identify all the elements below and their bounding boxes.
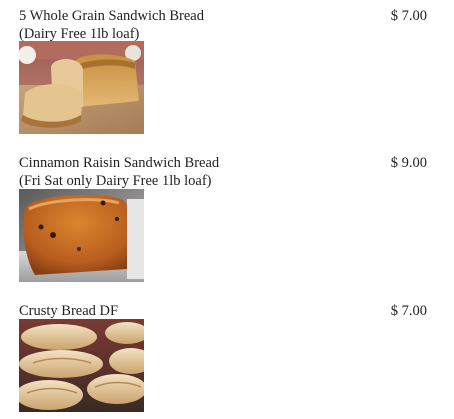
item-title[interactable]: Cinnamon Raisin Sandwich Bread (Fri Sat … [19,154,219,190]
item-title[interactable]: 5 Whole Grain Sandwich Bread (Dairy Free… [19,7,204,43]
item-name: 5 Whole Grain Sandwich Bread [19,8,204,24]
menu-item[interactable]: Crusty Bread DF $ 7.00 [0,302,454,414]
menu-item[interactable]: 5 Whole Grain Sandwich Bread (Dairy Free… [0,7,454,135]
item-title[interactable]: Crusty Bread DF [19,302,118,320]
item-detail: (Fri Sat only Dairy Free 1lb loaf) [19,173,212,189]
menu-item[interactable]: Cinnamon Raisin Sandwich Bread (Fri Sat … [0,154,454,284]
cinnamon-raisin-loaf-photo[interactable] [19,189,144,282]
cinnamon-raisin-loaf-image [19,189,144,282]
whole-grain-loaf-photo[interactable] [19,41,144,134]
item-name: Cinnamon Raisin Sandwich Bread [19,155,220,171]
item-price: $ 7.00 [390,303,427,319]
item-name: Crusty Bread DF [19,303,119,319]
whole-grain-loaf-image [19,41,144,134]
item-price: $ 9.00 [390,155,427,171]
crusty-bread-image [19,319,144,412]
item-price: $ 7.00 [390,8,427,24]
crusty-bread-photo[interactable] [19,319,144,412]
